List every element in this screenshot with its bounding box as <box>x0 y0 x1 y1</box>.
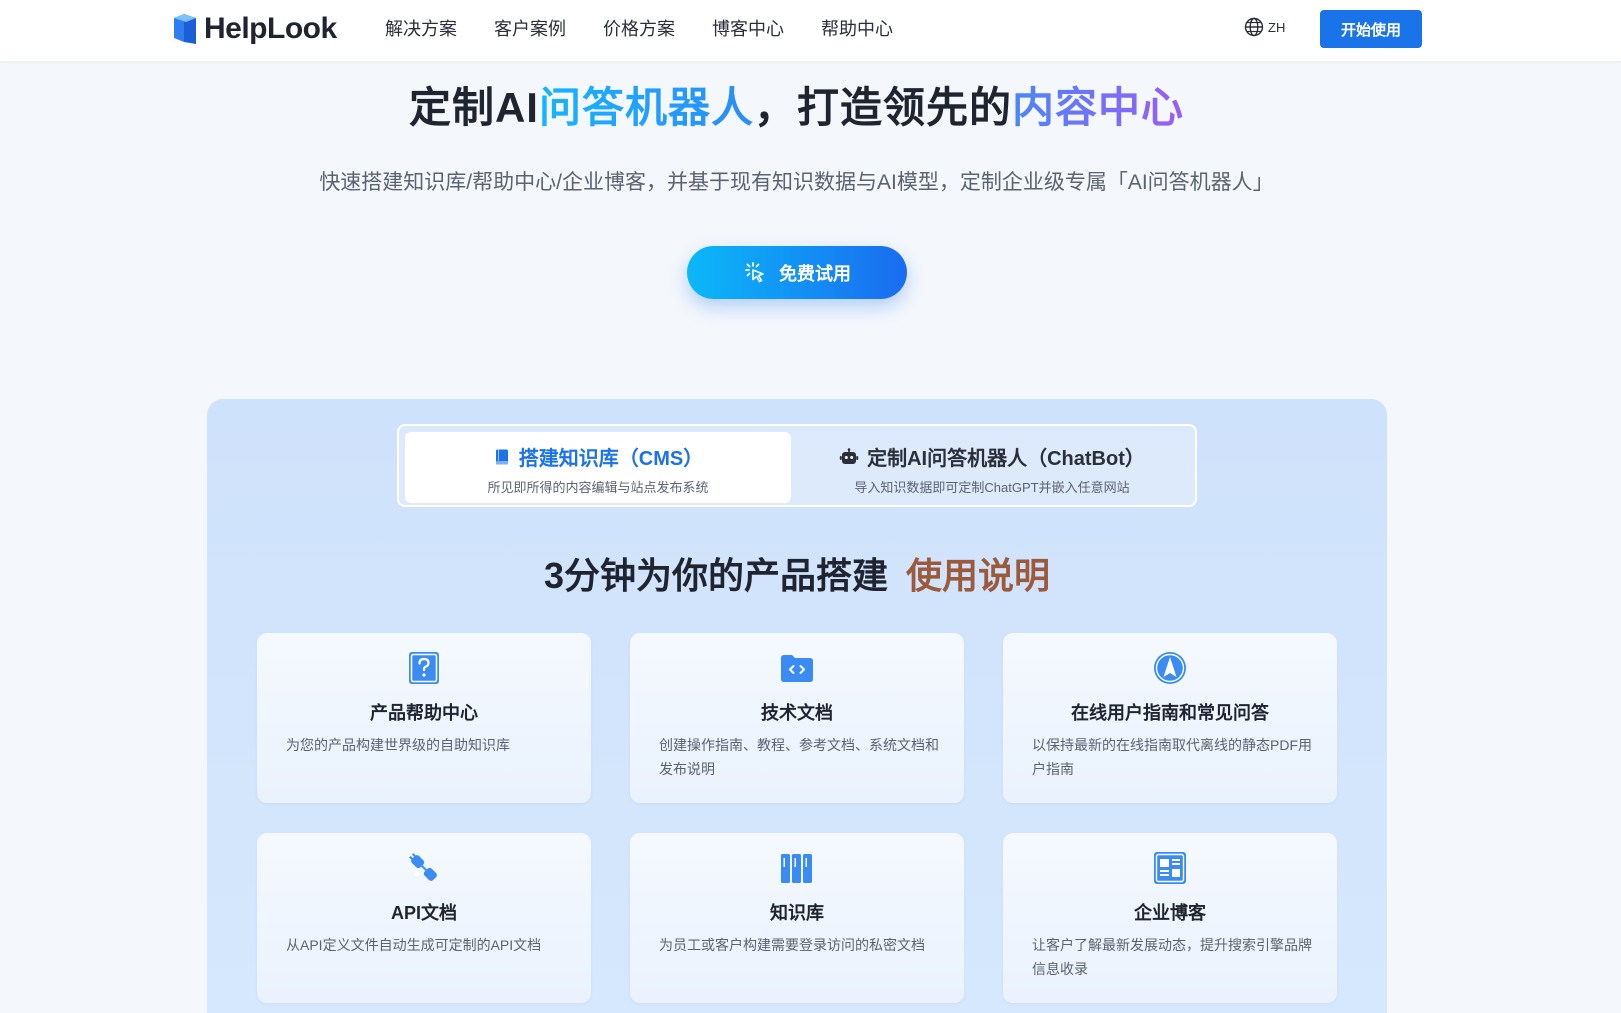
brand-name: HelpLook <box>204 12 337 45</box>
blog-layout-icon <box>1154 852 1186 884</box>
card-title: 在线用户指南和常见问答 <box>1071 703 1269 723</box>
section-title-accent: 使用说明 <box>906 555 1051 596</box>
hero-title-part-2: ，打造领先的 <box>754 84 1013 131</box>
sparkle-cursor-icon <box>745 261 764 282</box>
nav-link-help[interactable]: 帮助中心 <box>821 17 893 41</box>
card-product-help-center[interactable]: 产品帮助中心 为您的产品构建世界级的自助知识库 <box>257 633 591 803</box>
code-folder-icon <box>781 655 813 682</box>
card-user-guide-faq[interactable]: 在线用户指南和常见问答 以保持最新的在线指南取代离线的静态PDF用户指南 <box>1003 633 1337 803</box>
nav-links: 解决方案 客户案例 价格方案 博客中心 帮助中心 <box>385 17 930 41</box>
navigation-icon <box>1154 652 1186 684</box>
question-icon <box>409 652 439 684</box>
product-tabs: 搭建知识库（CMS） 所见即所得的内容编辑与站点发布系统 定制AI问答机器人（C… <box>397 424 1197 507</box>
book-icon <box>495 449 508 464</box>
language-switcher[interactable]: ZH <box>1244 17 1285 37</box>
free-trial-button[interactable]: 免费试用 <box>687 246 907 299</box>
books-icon <box>781 854 812 883</box>
logo-icon <box>174 14 196 44</box>
card-desc: 创建操作指南、教程、参考文档、系统文档和发布说明 <box>659 737 939 777</box>
language-label: ZH <box>1268 19 1286 35</box>
section-title-main: 3分钟为你的产品搭建 <box>543 555 888 596</box>
card-api-docs[interactable]: API文档 从API定义文件自动生成可定制的API文档 <box>257 833 591 1003</box>
card-desc: 为您的产品构建世界级的自助知识库 <box>286 737 510 753</box>
hero-title-highlight-2: 内容中心 <box>1012 84 1185 131</box>
globe-icon <box>1244 17 1264 37</box>
tab-chatbot-title: 定制AI问答机器人（ChatBot） <box>867 448 1145 470</box>
card-desc: 为员工或客户构建需要登录访问的私密文档 <box>659 937 925 953</box>
free-trial-label: 免费试用 <box>779 263 851 284</box>
card-desc: 以保持最新的在线指南取代离线的静态PDF用户指南 <box>1032 737 1312 777</box>
card-enterprise-blog[interactable]: 企业博客 让客户了解最新发展动态，提升搜索引擎品牌信息收录 <box>1003 833 1337 1003</box>
tab-cms-desc: 所见即所得的内容编辑与站点发布系统 <box>487 480 709 495</box>
tab-cms[interactable]: 搭建知识库（CMS） 所见即所得的内容编辑与站点发布系统 <box>405 432 791 503</box>
hero-title-highlight-1: 问答机器人 <box>538 84 754 131</box>
tab-chatbot[interactable]: 定制AI问答机器人（ChatBot） 导入知识数据即可定制ChatGPT并嵌入任… <box>793 432 1191 503</box>
tab-chatbot-desc: 导入知识数据即可定制ChatGPT并嵌入任意网站 <box>854 480 1130 495</box>
tab-chatbot-heading: 定制AI问答机器人（ChatBot） <box>793 442 1191 471</box>
hero-subtitle: 快速搭建知识库/帮助中心/企业博客，并基于现有知识数据与AI模型，定制企业级专属… <box>319 171 1274 194</box>
hero-title: 定制AI问答机器人，打造领先的内容中心 <box>0 74 1593 135</box>
start-using-button[interactable]: 开始使用 <box>1320 10 1422 48</box>
card-knowledge-base[interactable]: 知识库 为员工或客户构建需要登录访问的私密文档 <box>630 833 964 1003</box>
card-title: 产品帮助中心 <box>370 703 478 723</box>
brand-logo[interactable]: HelpLook <box>172 8 337 50</box>
robot-icon <box>839 447 859 464</box>
nav-link-cases[interactable]: 客户案例 <box>494 17 566 41</box>
card-desc: 从API定义文件自动生成可定制的API文档 <box>286 937 542 953</box>
nav-link-solutions[interactable]: 解决方案 <box>385 17 457 41</box>
nav-link-pricing[interactable]: 价格方案 <box>603 17 675 41</box>
section-title: 3分钟为你的产品搭建 使用说明 <box>207 547 1387 599</box>
card-title: 企业博客 <box>1134 903 1206 923</box>
feature-panel: 搭建知识库（CMS） 所见即所得的内容编辑与站点发布系统 定制AI问答机器人（C… <box>207 399 1387 1013</box>
card-title: 技术文档 <box>761 703 833 723</box>
card-title: API文档 <box>390 903 457 923</box>
card-tech-docs[interactable]: 技术文档 创建操作指南、教程、参考文档、系统文档和发布说明 <box>630 633 964 803</box>
tab-cms-heading: 搭建知识库（CMS） <box>405 442 791 471</box>
tab-cms-title: 搭建知识库（CMS） <box>518 448 704 470</box>
card-desc: 让客户了解最新发展动态，提升搜索引擎品牌信息收录 <box>1032 937 1312 977</box>
card-title: 知识库 <box>770 903 824 923</box>
hero-title-part-1: 定制AI <box>408 84 539 131</box>
nav-link-blog[interactable]: 博客中心 <box>712 17 784 41</box>
top-nav: HelpLook 解决方案 客户案例 价格方案 博客中心 帮助中心 ZH 开始使… <box>0 0 1621 61</box>
plug-icon <box>409 853 437 881</box>
